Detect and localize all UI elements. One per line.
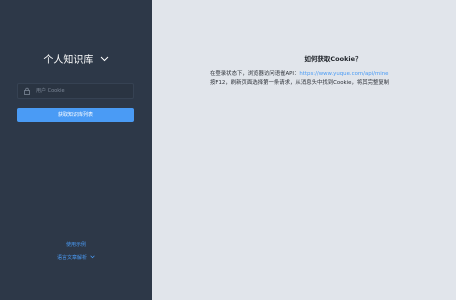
chevron-down-icon: [100, 56, 108, 61]
knowledge-base-selector[interactable]: 个人知识库: [0, 54, 152, 68]
article-parse-label: 语言文章解析: [56, 255, 87, 261]
help-step-1-text: 在登录状态下，浏览器访问语雀API：: [210, 71, 300, 77]
fetch-knowledge-base-button[interactable]: 获取知识库列表: [17, 108, 134, 122]
cookie-input[interactable]: [31, 85, 126, 97]
cookie-help: 如何获取Cookie？ 在登录状态下，浏览器访问语雀API：https://ww…: [210, 55, 450, 88]
yuque-api-link[interactable]: https://www.yuque.com/api/mine: [299, 71, 388, 77]
usage-example-label: 使用示例: [65, 242, 86, 248]
app-title-label: 个人知识库: [43, 55, 94, 66]
main-panel: 如何获取Cookie？ 在登录状态下，浏览器访问语雀API：https://ww…: [152, 0, 456, 300]
article-parse-link[interactable]: 语言文章解析: [0, 254, 152, 262]
help-step-2: 按F12，刷新页面选择第一条请求，从消息头中找到Cookie，将其完整复制: [210, 80, 390, 86]
sidebar-footer: 使用示例 语言文章解析: [0, 241, 152, 262]
help-step-1: 在登录状态下，浏览器访问语雀API：https://www.yuque.com/…: [210, 70, 450, 79]
lock-icon: [24, 87, 30, 95]
help-title: 如何获取Cookie？: [304, 55, 362, 63]
app-window: 个人知识库 获取知识库列表 使用示例 语言文章解析: [0, 0, 456, 300]
usage-example-link[interactable]: 使用示例: [0, 241, 152, 249]
cookie-field[interactable]: [17, 83, 134, 99]
sidebar: 个人知识库 获取知识库列表 使用示例 语言文章解析: [0, 0, 152, 300]
chevron-down-icon: [90, 255, 95, 259]
